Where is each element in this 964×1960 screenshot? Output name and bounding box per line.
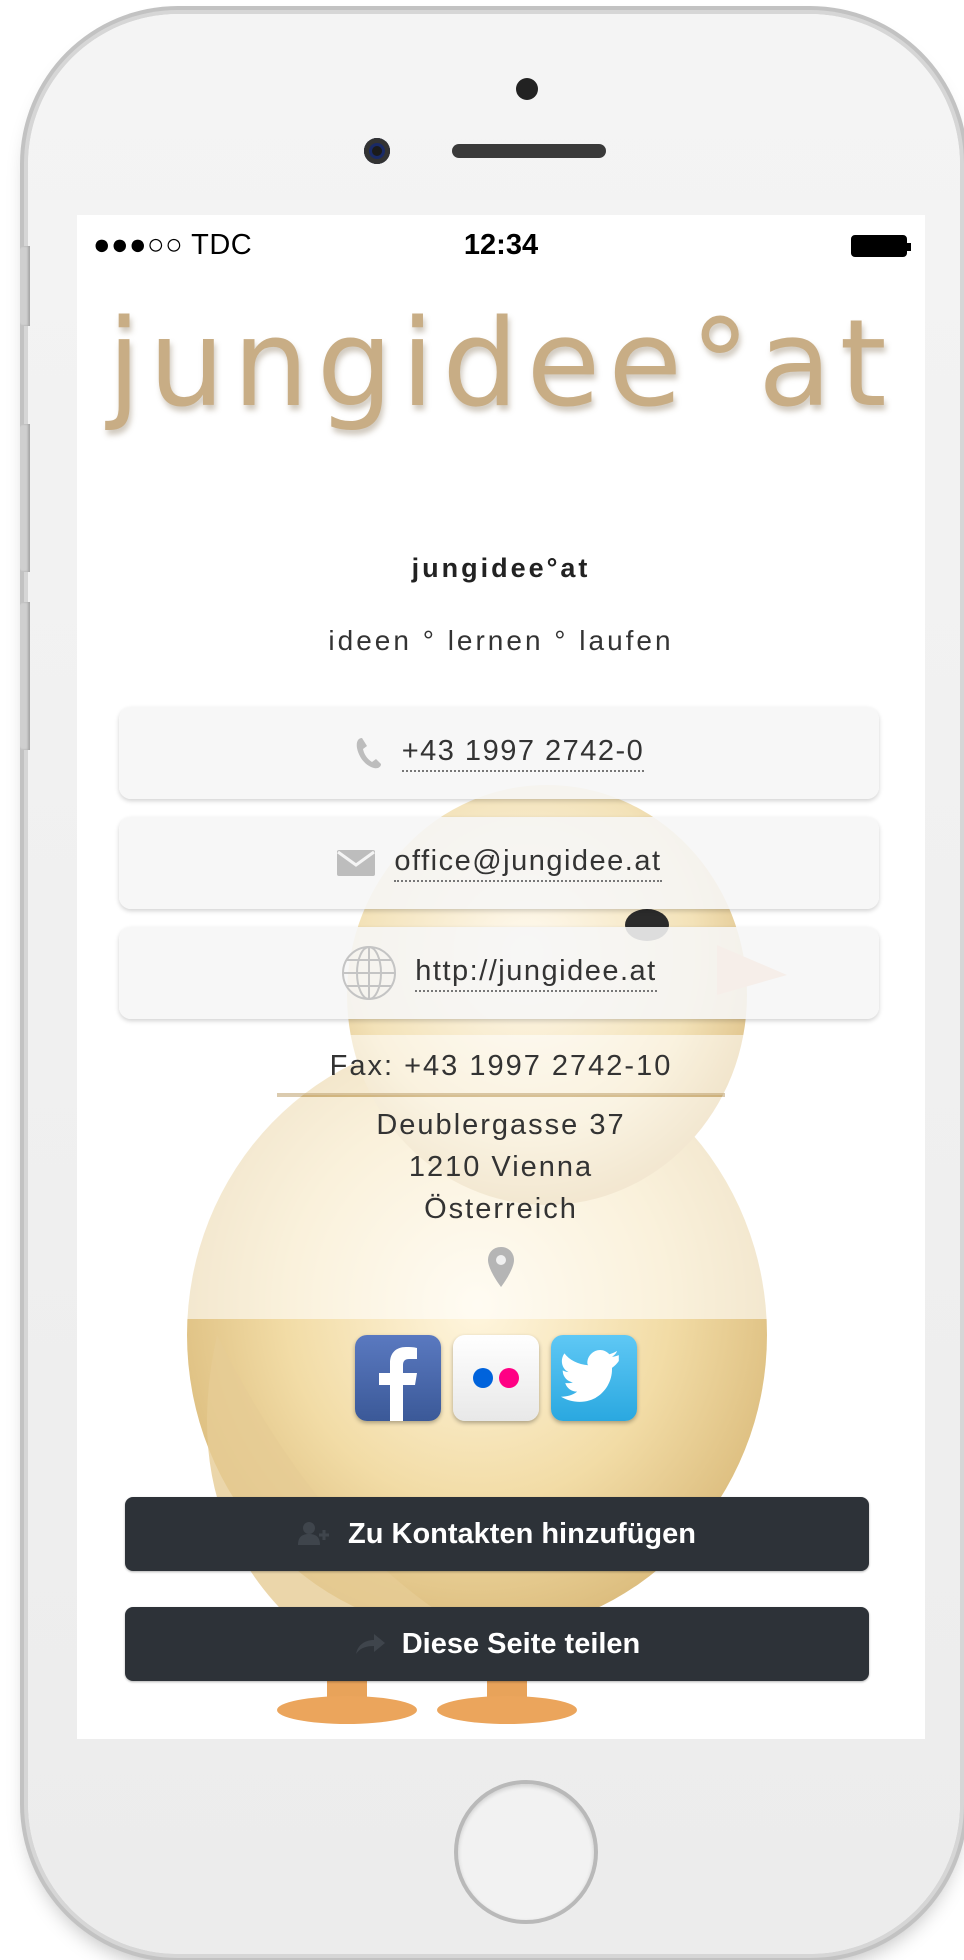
address-city: 1210 Vienna (408, 1151, 594, 1183)
earpiece-speaker (452, 144, 606, 158)
twitter-bird (561, 1350, 619, 1402)
share-arrow-icon (354, 1632, 386, 1656)
front-camera (364, 138, 390, 164)
flickr-icon[interactable] (453, 1335, 539, 1421)
brand-logo: jungidee°at (107, 295, 895, 434)
address-country: Österreich (424, 1193, 578, 1225)
company-slogan: ideen ° lernen ° laufen (328, 625, 674, 656)
proximity-sensor (516, 78, 538, 100)
mute-switch[interactable] (20, 246, 30, 326)
phone-contact-button[interactable]: +43 1997 2742-0 (119, 707, 879, 799)
phone-number: +43 1997 2742-0 (401, 735, 645, 772)
battery-icon (851, 235, 911, 257)
share-page-button[interactable]: Diese Seite teilen (125, 1607, 869, 1681)
fax-number: Fax: +43 1997 2742-10 (329, 1050, 673, 1082)
phone-icon (356, 738, 381, 769)
company-name: jungidee°at (411, 553, 591, 583)
flickr-logo (473, 1368, 519, 1388)
email-address: office@jungidee.at (394, 845, 662, 882)
globe-icon (342, 946, 397, 1000)
status-clock: 12:34 (463, 229, 539, 261)
twitter-icon[interactable] (551, 1335, 637, 1421)
email-contact-button[interactable]: office@jungidee.at (119, 817, 879, 909)
home-button[interactable] (454, 1780, 598, 1924)
website-url: http://jungidee.at (415, 955, 657, 992)
add-to-contacts-label: Zu Kontakten hinzufügen (348, 1517, 696, 1550)
address-street: Deublergasse 37 (376, 1109, 626, 1141)
share-page-label: Diese Seite teilen (401, 1627, 641, 1660)
facebook-logo (379, 1347, 417, 1421)
map-pin-icon[interactable] (485, 1245, 517, 1289)
mail-icon (337, 850, 376, 876)
add-to-contacts-button[interactable]: Zu Kontakten hinzufügen (125, 1497, 869, 1571)
phone-screen: ●●●○○ TDC 12:34 jungidee°at jungidee°at … (77, 215, 925, 1739)
volume-up-button[interactable] (20, 424, 30, 572)
add-user-icon (298, 1521, 332, 1547)
volume-down-button[interactable] (20, 602, 30, 750)
status-bar: ●●●○○ TDC 12:34 (77, 215, 925, 273)
facebook-icon[interactable] (355, 1335, 441, 1421)
website-contact-button[interactable]: http://jungidee.at (119, 927, 879, 1019)
